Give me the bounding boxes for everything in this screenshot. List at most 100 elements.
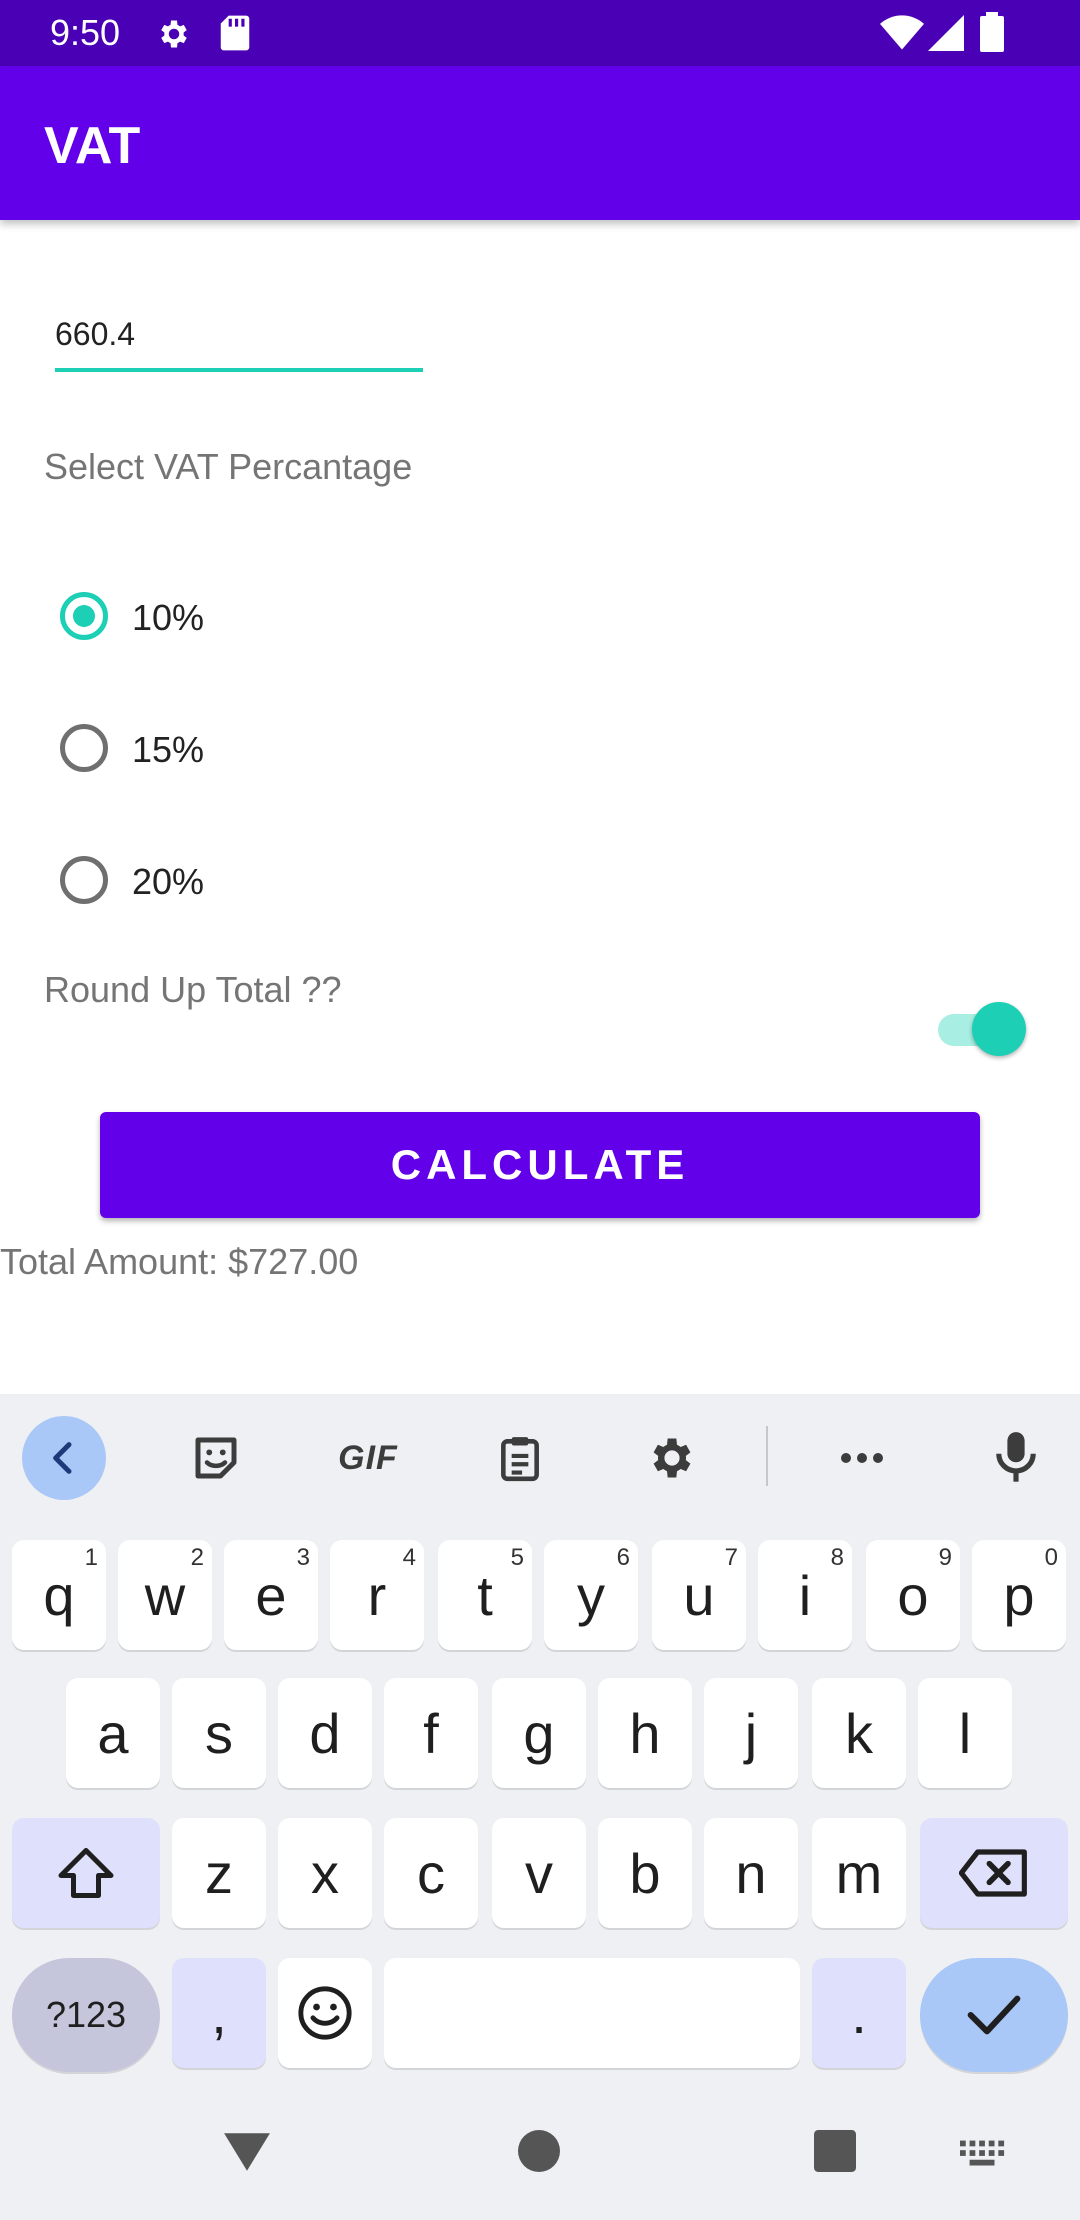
key-hint: 6 <box>616 1544 630 1571</box>
key-x[interactable]: x <box>278 1818 372 1928</box>
radio-option-label: 15% <box>132 729 205 770</box>
voice-input-button[interactable] <box>974 1416 1058 1500</box>
key-l[interactable]: l <box>918 1678 1012 1788</box>
key-hint: 8 <box>830 1544 844 1571</box>
radio-option-15[interactable]: 15% <box>44 697 644 807</box>
status-time: 9:50 <box>50 12 121 53</box>
keyboard-settings-button[interactable] <box>630 1416 714 1500</box>
key-hint: 9 <box>938 1544 952 1571</box>
radio-option-10[interactable]: 10% <box>44 565 644 675</box>
key-y[interactable]: y6 <box>544 1540 638 1650</box>
keyboard-switch-icon[interactable] <box>960 2140 1006 2168</box>
gear-icon <box>653 1438 691 1478</box>
key-d[interactable]: d <box>278 1678 372 1788</box>
shift-icon <box>58 1848 114 1898</box>
key-t[interactable]: t5 <box>438 1540 532 1650</box>
key-a[interactable]: a <box>66 1678 160 1788</box>
switch-thumb <box>972 1002 1026 1056</box>
checkmark-icon <box>967 1995 1021 2035</box>
key-q[interactable]: q1 <box>12 1540 106 1650</box>
shift-key[interactable] <box>12 1818 160 1928</box>
key-label: q <box>43 1563 75 1627</box>
keyboard-collapse-button[interactable] <box>22 1416 106 1500</box>
radio-option-label: 20% <box>132 861 205 902</box>
total-amount-text: Total Amount: $727.00 <box>0 1241 359 1282</box>
key-w[interactable]: w2 <box>118 1540 212 1650</box>
signal-icon <box>928 15 964 51</box>
settings-icon <box>161 20 187 48</box>
key-h[interactable]: h <box>598 1678 692 1788</box>
clipboard-button[interactable] <box>478 1416 562 1500</box>
key-i[interactable]: i8 <box>758 1540 852 1650</box>
key-hint: 0 <box>1044 1544 1058 1571</box>
wifi-icon <box>880 15 924 50</box>
key-hint: 4 <box>402 1544 416 1571</box>
key-hint: 2 <box>190 1544 204 1571</box>
gif-button[interactable]: GIF <box>326 1416 410 1500</box>
radio-button-icon[interactable] <box>60 856 108 904</box>
chevron-left-icon <box>53 1442 72 1474</box>
round-up-switch[interactable] <box>938 1000 1028 1060</box>
symbols-key[interactable]: ?123 <box>12 1958 160 2072</box>
key-e[interactable]: e3 <box>224 1540 318 1650</box>
enter-key[interactable] <box>920 1958 1068 2072</box>
app-title: VAT <box>44 117 141 175</box>
vat-percentage-label: Select VAT Percantage <box>44 446 413 487</box>
key-s[interactable]: s <box>172 1678 266 1788</box>
gif-label: GIF <box>338 1438 398 1477</box>
key-label: t <box>477 1563 493 1627</box>
clipboard-icon <box>501 1437 539 1482</box>
key-g[interactable]: g <box>492 1678 586 1788</box>
key-hint: 1 <box>84 1544 98 1571</box>
key-label: e <box>255 1563 287 1627</box>
comma-key[interactable]: , <box>172 1958 266 2068</box>
more-horizontal-icon <box>841 1453 883 1463</box>
key-label: p <box>1003 1563 1035 1627</box>
key-label: r <box>367 1563 387 1627</box>
key-hint: 5 <box>510 1544 524 1571</box>
key-b[interactable]: b <box>598 1818 692 1928</box>
key-o[interactable]: o9 <box>866 1540 960 1650</box>
more-options-button[interactable] <box>820 1416 904 1500</box>
app-bar: VAT <box>0 66 1080 220</box>
radio-button-icon[interactable] <box>60 724 108 772</box>
radio-button-selected-icon[interactable] <box>60 592 108 640</box>
backspace-icon <box>959 1849 1027 1897</box>
key-r[interactable]: r4 <box>330 1540 424 1650</box>
backspace-key[interactable] <box>920 1818 1068 1928</box>
battery-icon <box>980 12 1004 52</box>
key-v[interactable]: v <box>492 1818 586 1928</box>
amount-input[interactable] <box>55 300 423 372</box>
key-u[interactable]: u7 <box>652 1540 746 1650</box>
microphone-icon <box>996 1432 1036 1482</box>
key-z[interactable]: z <box>172 1818 266 1928</box>
sd-card-icon <box>220 15 250 51</box>
radio-option-label: 10% <box>132 597 205 638</box>
key-label: o <box>897 1563 929 1627</box>
key-p[interactable]: p0 <box>972 1540 1066 1650</box>
key-hint: 3 <box>296 1544 310 1571</box>
key-label: w <box>144 1563 186 1627</box>
space-key[interactable] <box>384 1958 800 2068</box>
key-j[interactable]: j <box>704 1678 798 1788</box>
key-c[interactable]: c <box>384 1818 478 1928</box>
calculate-button[interactable]: CALCULATE <box>100 1112 980 1218</box>
radio-option-20[interactable]: 20% <box>44 829 644 939</box>
key-label: i <box>798 1563 812 1627</box>
home-nav-icon[interactable] <box>518 2130 560 2172</box>
recents-nav-icon[interactable] <box>814 2130 856 2172</box>
sticker-icon <box>195 1437 237 1479</box>
toolbar-divider <box>766 1426 768 1486</box>
round-up-label: Round Up Total ?? <box>44 969 342 1010</box>
key-k[interactable]: k <box>812 1678 906 1788</box>
key-n[interactable]: n <box>704 1818 798 1928</box>
key-f[interactable]: f <box>384 1678 478 1788</box>
navigation-bar <box>0 2090 1080 2220</box>
key-label: y <box>577 1563 605 1627</box>
key-m[interactable]: m <box>812 1818 906 1928</box>
sticker-button[interactable] <box>174 1416 258 1500</box>
period-key[interactable]: . <box>812 1958 906 2068</box>
back-nav-icon[interactable] <box>222 2130 272 2174</box>
emoji-key[interactable] <box>278 1958 372 2068</box>
key-hint: 7 <box>724 1544 738 1571</box>
